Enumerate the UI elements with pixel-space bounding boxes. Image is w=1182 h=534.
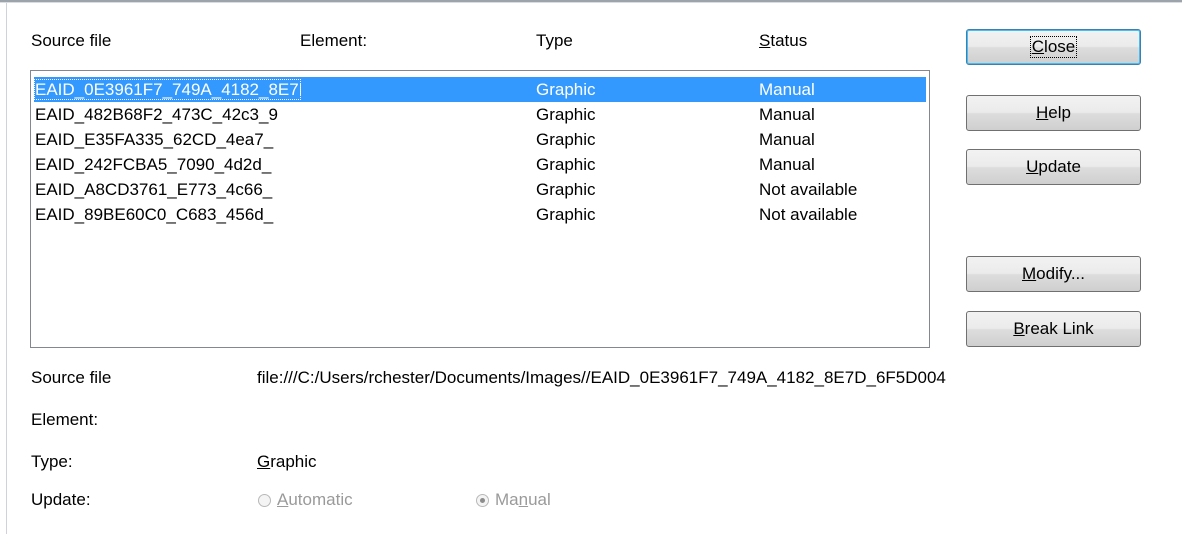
links-list[interactable]: EAID_0E3961F7_749A_4182_8E7D_6F5D004 Gra… bbox=[30, 70, 930, 348]
row-status: Manual bbox=[759, 130, 815, 149]
type-value-mnemonic: G bbox=[257, 452, 271, 471]
list-row[interactable]: EAID_89BE60C0_C683_456d_ Graphic Not ava… bbox=[34, 202, 926, 227]
manual-radio[interactable]: Manual bbox=[476, 490, 551, 510]
manual-radio-circle bbox=[476, 493, 489, 507]
automatic-radio-circle bbox=[258, 493, 271, 507]
row-status: Manual bbox=[759, 80, 815, 99]
row-type: Graphic bbox=[536, 180, 596, 199]
manual-mnemonic: n bbox=[518, 490, 529, 509]
window-left-border bbox=[6, 3, 7, 534]
help-button-label: Help bbox=[1036, 103, 1071, 123]
column-header-type: Type bbox=[536, 31, 573, 50]
row-type: Graphic bbox=[536, 155, 596, 174]
update-button[interactable]: Update bbox=[966, 149, 1141, 185]
automatic-radio[interactable]: Automatic bbox=[258, 490, 353, 510]
column-header-status: Status bbox=[759, 31, 807, 51]
update-mode-label: Update: bbox=[31, 490, 91, 509]
type-label: Type: bbox=[31, 452, 73, 471]
close-button[interactable]: Close bbox=[966, 29, 1141, 65]
update-mnemonic: U bbox=[1026, 157, 1039, 176]
break-link-rest: reak Link bbox=[1024, 319, 1094, 338]
source-file-value: file:///C:/Users/rchester/Documents/Imag… bbox=[257, 368, 946, 387]
modify-button-label: Modify... bbox=[1022, 264, 1085, 284]
window-top-border-highlight bbox=[0, 2, 1182, 3]
row-status: Not available bbox=[759, 180, 858, 199]
manual-radio-label: Manual bbox=[495, 490, 551, 510]
modify-mnemonic: M bbox=[1022, 264, 1037, 283]
row-type: Graphic bbox=[536, 80, 596, 99]
close-button-label: Close bbox=[1029, 36, 1078, 58]
type-value-rest: raphic bbox=[270, 452, 317, 471]
help-button[interactable]: Help bbox=[966, 95, 1141, 131]
automatic-radio-label: Automatic bbox=[277, 490, 353, 510]
manual-rest: ual bbox=[528, 490, 551, 509]
column-header-source-file: Source file bbox=[31, 31, 112, 50]
close-mnemonic: C bbox=[1031, 37, 1045, 56]
row-type: Graphic bbox=[536, 105, 596, 124]
type-value: Graphic bbox=[257, 452, 317, 472]
list-row[interactable]: EAID_E35FA335_62CD_4ea7_ Graphic Manual bbox=[34, 127, 926, 152]
row-status: Not available bbox=[759, 205, 858, 224]
row-source-file: EAID_0E3961F7_749A_4182_8E7D_6F5D004 bbox=[34, 79, 301, 100]
row-source-file: EAID_89BE60C0_C683_456d_ bbox=[35, 205, 274, 224]
row-source-file: EAID_E35FA335_62CD_4ea7_ bbox=[35, 130, 274, 149]
update-rest: pdate bbox=[1038, 157, 1081, 176]
status-mnemonic: S bbox=[759, 31, 771, 50]
break-link-button-label: Break Link bbox=[1013, 319, 1093, 339]
row-status: Manual bbox=[759, 155, 815, 174]
break-link-button[interactable]: Break Link bbox=[966, 311, 1141, 347]
automatic-mnemonic: A bbox=[277, 490, 289, 509]
break-link-mnemonic: B bbox=[1013, 319, 1025, 338]
help-rest: elp bbox=[1048, 103, 1071, 122]
column-header-element: Element: bbox=[300, 31, 368, 50]
manual-pre: Ma bbox=[495, 490, 519, 509]
modify-rest: odify... bbox=[1036, 264, 1085, 283]
row-source-file: EAID_242FCBA5_7090_4d2d_ bbox=[35, 155, 272, 174]
list-row[interactable]: EAID_0E3961F7_749A_4182_8E7D_6F5D004 Gra… bbox=[34, 77, 926, 102]
row-status: Manual bbox=[759, 105, 815, 124]
list-row[interactable]: EAID_A8CD3761_E773_4c66_ Graphic Not ava… bbox=[34, 177, 926, 202]
status-rest: tatus bbox=[770, 31, 808, 50]
modify-button[interactable]: Modify... bbox=[966, 256, 1141, 292]
help-mnemonic: H bbox=[1036, 103, 1049, 122]
close-rest: lose bbox=[1044, 37, 1076, 56]
source-file-label: Source file bbox=[31, 368, 112, 387]
row-type: Graphic bbox=[536, 130, 596, 149]
row-source-file: EAID_A8CD3761_E773_4c66_ bbox=[35, 180, 273, 199]
update-button-label: Update bbox=[1026, 157, 1081, 177]
list-row[interactable]: EAID_242FCBA5_7090_4d2d_ Graphic Manual bbox=[34, 152, 926, 177]
list-row[interactable]: EAID_482B68F2_473C_42c3_9 Graphic Manual bbox=[34, 102, 926, 127]
automatic-rest: utomatic bbox=[288, 490, 353, 509]
row-source-file: EAID_482B68F2_473C_42c3_9 bbox=[35, 105, 278, 124]
row-type: Graphic bbox=[536, 205, 596, 224]
element-label: Element: bbox=[31, 410, 99, 429]
manual-radio-dot bbox=[480, 497, 485, 503]
